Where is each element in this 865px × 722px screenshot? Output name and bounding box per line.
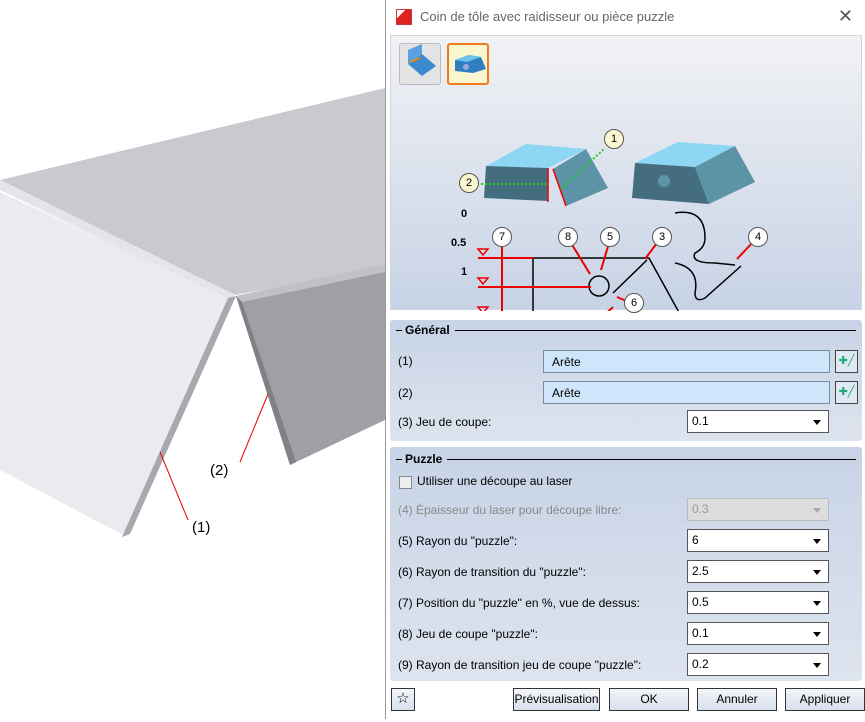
combo-value: 0.3: [692, 502, 709, 516]
gap-label: (3) Jeu de coupe:: [398, 415, 492, 429]
dialog-title: Coin de tôle avec raidisseur ou pièce pu…: [420, 9, 675, 24]
chevron-down-icon: [813, 632, 821, 637]
puzzle-field-combo: 0.3: [687, 498, 829, 521]
callout-7: 7: [492, 227, 512, 247]
gap-value: 0.1: [692, 414, 709, 428]
ok-button[interactable]: OK: [609, 688, 689, 711]
edge2-label: (2): [398, 386, 413, 400]
combo-value: 0.1: [692, 626, 709, 640]
callout-3: 3: [652, 227, 672, 247]
apply-button[interactable]: Appliquer: [785, 688, 865, 711]
title-bar: Coin de tôle avec raidisseur ou pièce pu…: [386, 0, 865, 33]
puzzle-field-label: (7) Position du "puzzle" en %, vue de de…: [398, 596, 640, 610]
chevron-down-icon: [813, 601, 821, 606]
chevron-down-icon: [813, 508, 821, 513]
combo-value: 0.5: [692, 595, 709, 609]
puzzle-field-combo[interactable]: 0.1: [687, 622, 829, 645]
pick-edge-icon: ✚╱: [838, 355, 855, 367]
puzzle-field-combo[interactable]: 0.5: [687, 591, 829, 614]
illustration-panel: 12345678900.51: [390, 35, 862, 343]
puzzle-field-combo[interactable]: 0.2: [687, 653, 829, 676]
pick-edge-icon: ✚╱: [838, 386, 855, 398]
combo-value: 2.5: [692, 564, 709, 578]
laser-checkbox-label[interactable]: Utiliser une découpe au laser: [417, 474, 572, 488]
chevron-down-icon: [813, 570, 821, 575]
preview-button[interactable]: Prévisualisation: [513, 688, 600, 711]
edge1-field[interactable]: Arête: [543, 350, 830, 373]
chevron-down-icon: [813, 663, 821, 668]
position-mark: 1: [461, 266, 468, 278]
general-heading: Général: [405, 323, 450, 337]
app-icon: [396, 8, 412, 25]
puzzle-field-label: (6) Rayon de transition du "puzzle":: [398, 565, 586, 579]
puzzle-field-label: (4) Épaisseur du laser pour découpe libr…: [398, 503, 622, 517]
callout-1: 1: [604, 129, 624, 149]
sheet-metal-model: [0, 88, 385, 537]
chevron-down-icon: [813, 539, 821, 544]
edge1-pick-button[interactable]: ✚╱: [835, 350, 858, 373]
3d-viewport[interactable]: (2) (1): [0, 0, 385, 719]
puzzle-corner-dialog: Coin de tôle avec raidisseur ou pièce pu…: [385, 0, 865, 719]
position-mark: 0: [461, 208, 468, 220]
puzzle-field-combo[interactable]: 6: [687, 529, 829, 552]
callout-8: 8: [558, 227, 578, 247]
puzzle-heading: Puzzle: [405, 452, 443, 466]
callout-5: 5: [600, 227, 620, 247]
star-icon: ☆: [396, 690, 410, 707]
edge1-label: (1): [398, 354, 413, 368]
combo-value: 6: [692, 533, 699, 547]
puzzle-field-combo[interactable]: 2.5: [687, 560, 829, 583]
favorites-button[interactable]: ☆: [391, 688, 415, 711]
close-button[interactable]: ✕: [838, 6, 853, 27]
gap-combo[interactable]: 0.1: [687, 410, 829, 433]
chevron-down-icon: [813, 420, 821, 425]
edge-label-1: (1): [192, 519, 211, 536]
puzzle-field-label: (5) Rayon du "puzzle":: [398, 534, 518, 548]
callout-4: 4: [748, 227, 768, 247]
puzzle-field-label: (8) Jeu de coupe "puzzle":: [398, 627, 538, 641]
combo-value: 0.2: [692, 657, 709, 671]
edge2-field[interactable]: Arête: [543, 381, 830, 404]
position-mark: 0.5: [451, 237, 467, 249]
laser-checkbox[interactable]: [399, 476, 412, 489]
cancel-button[interactable]: Annuler: [697, 688, 777, 711]
callout-2: 2: [459, 173, 479, 193]
callout-6: 6: [624, 293, 644, 313]
puzzle-field-label: (9) Rayon de transition jeu de coupe "pu…: [398, 658, 642, 672]
edge2-pick-button[interactable]: ✚╱: [835, 381, 858, 404]
edge-label-2: (2): [210, 462, 229, 479]
